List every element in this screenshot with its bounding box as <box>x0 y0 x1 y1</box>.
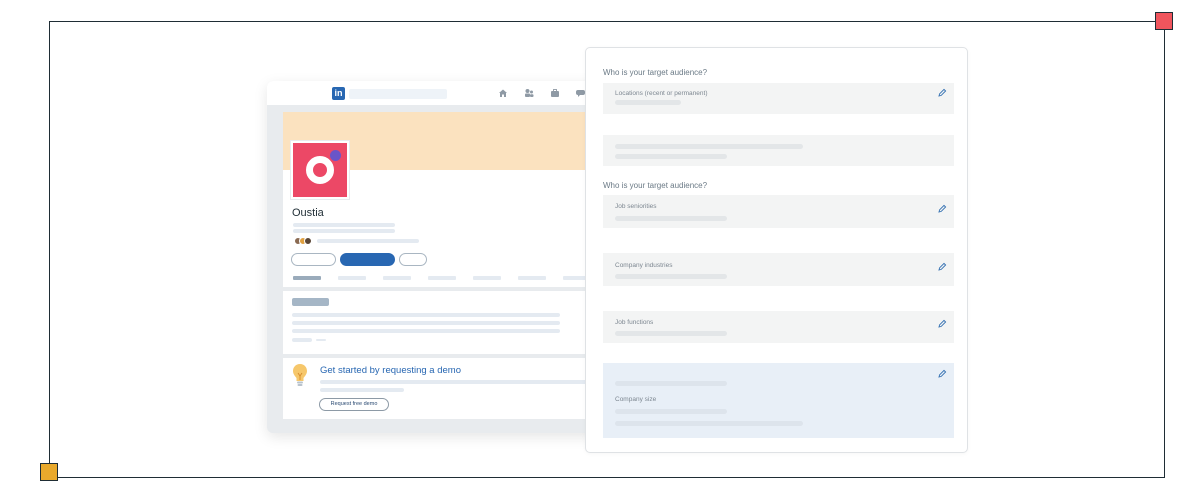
company-size-label: Company size <box>615 396 657 403</box>
job-seniorities-value-placeholder <box>615 216 727 221</box>
demo-card-title: Get started by requesting a demo <box>320 365 461 376</box>
company-size-top-placeholder <box>615 381 727 386</box>
search-bar[interactable] <box>349 89 447 99</box>
linkedin-logo[interactable]: in <box>332 87 345 100</box>
chat-icon[interactable] <box>575 88 585 98</box>
demo-description-line-2 <box>320 388 404 392</box>
about-line-2 <box>292 321 560 325</box>
company-name: Oustia <box>292 207 324 219</box>
company-size-value-placeholder-2 <box>615 421 803 426</box>
company-size-field[interactable]: Company size <box>603 363 954 438</box>
tab-jobs[interactable] <box>428 276 456 280</box>
pencil-icon[interactable] <box>937 262 947 272</box>
job-seniorities-field[interactable]: Job seniorities <box>603 195 954 228</box>
tab-about[interactable] <box>338 276 366 280</box>
frame-bottom-line <box>49 477 1165 478</box>
locations-field[interactable]: Locations (recent or permanent) <box>603 83 954 114</box>
home-icon[interactable] <box>498 88 508 98</box>
demo-card: Get started by requesting a demo Request… <box>283 358 607 419</box>
pencil-icon[interactable] <box>937 319 947 329</box>
job-functions-value-placeholder <box>615 331 727 336</box>
tab-home[interactable] <box>293 276 321 280</box>
linkedin-top-bar: in <box>267 81 607 105</box>
tab-life[interactable] <box>473 276 501 280</box>
company-industries-label: Company industries <box>615 262 673 269</box>
pencil-icon[interactable] <box>937 204 947 214</box>
subtitle-placeholder <box>293 229 395 233</box>
corner-square-bottom-left <box>40 463 58 481</box>
extra-placeholder-1 <box>615 144 803 149</box>
follower-avatars <box>294 237 314 246</box>
request-free-demo-button[interactable]: Request free demo <box>319 398 389 411</box>
logo-dot <box>330 150 341 161</box>
target-audience-panel: Who is your target audience? Locations (… <box>585 47 968 453</box>
visit-website-button[interactable] <box>340 253 395 266</box>
extra-placeholder-2 <box>615 154 727 159</box>
locations-label: Locations (recent or permanent) <box>615 90 708 97</box>
demo-description-line-1 <box>320 380 607 384</box>
company-profile-card: Oustia <box>283 112 607 287</box>
locations-extra-field[interactable] <box>603 135 954 166</box>
tagline-placeholder <box>293 223 395 227</box>
frame-left-line <box>49 21 50 472</box>
about-card <box>283 291 607 354</box>
frame-top-line <box>49 21 1164 22</box>
lightbulb-icon <box>293 364 307 386</box>
linkedin-page-mockup: in Oustia Get started by requesting a de… <box>267 81 607 433</box>
tab-posts[interactable] <box>383 276 411 280</box>
question-heading-2: Who is your target audience? <box>603 181 708 190</box>
job-functions-field[interactable]: Job functions <box>603 311 954 343</box>
about-line-1 <box>292 313 560 317</box>
see-more-dots[interactable] <box>316 339 326 341</box>
locations-value-placeholder <box>615 100 681 105</box>
question-heading: Who is your target audience? <box>603 68 708 77</box>
pencil-icon[interactable] <box>937 369 947 379</box>
tab-people[interactable] <box>518 276 546 280</box>
company-size-value-placeholder-1 <box>615 409 727 414</box>
logo-ring <box>306 156 334 184</box>
about-line-3 <box>292 329 560 333</box>
company-industries-field[interactable]: Company industries <box>603 253 954 286</box>
company-logo <box>291 141 349 199</box>
about-heading-placeholder <box>292 298 329 306</box>
briefcase-icon[interactable] <box>550 88 560 98</box>
pencil-icon[interactable] <box>937 88 947 98</box>
about-line-4 <box>292 338 312 342</box>
frame-right-line <box>1164 21 1165 478</box>
company-industries-value-placeholder <box>615 274 727 279</box>
more-button[interactable] <box>399 253 427 266</box>
people-icon[interactable] <box>524 88 534 98</box>
follow-button[interactable] <box>291 253 336 266</box>
job-seniorities-label: Job seniorities <box>615 203 657 210</box>
followers-placeholder <box>317 239 419 243</box>
job-functions-label: Job functions <box>615 319 654 326</box>
corner-square-top-right <box>1155 12 1173 30</box>
